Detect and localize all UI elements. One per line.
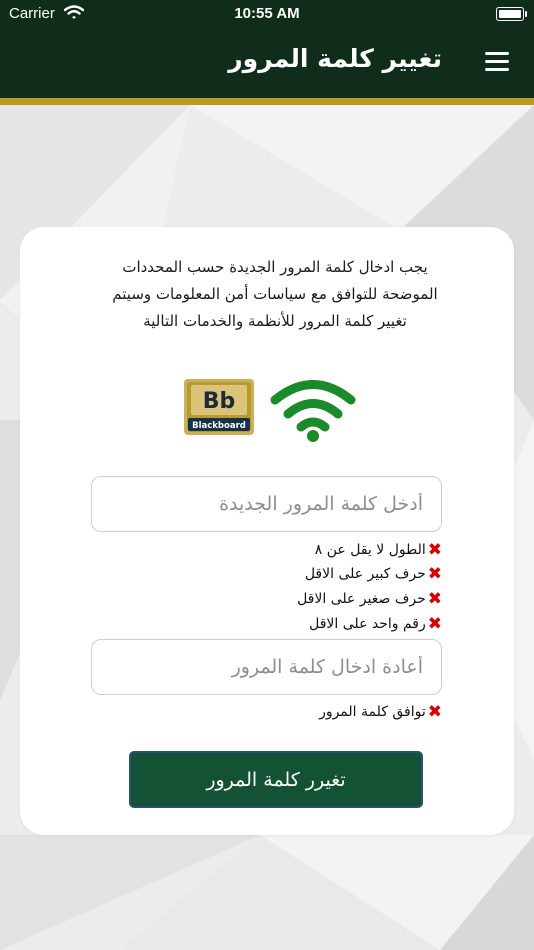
- change-password-button[interactable]: تغيرر كلمة المرور: [129, 751, 423, 808]
- rule-label: حرف صغير على الاقل: [297, 591, 426, 607]
- battery-icon: [496, 7, 527, 21]
- page-title: تغيير كلمة المرور: [228, 44, 442, 73]
- hamburger-menu-icon[interactable]: [485, 52, 509, 72]
- rule-label: توافق كلمة المرور: [319, 704, 426, 720]
- rule-digit: ✖ رقم واحد على الاقل: [309, 612, 442, 636]
- rule-password-match: ✖ توافق كلمة المرور: [319, 700, 442, 724]
- rule-label: حرف كبير على الاقل: [304, 566, 426, 582]
- fail-cross-icon: ✖: [427, 540, 442, 560]
- rule-uppercase: ✖ حرف كبير على الاقل: [305, 562, 442, 586]
- rule-min-length: ✖ الطول لا يقل عن ٨: [315, 538, 442, 562]
- fail-cross-icon: ✖: [427, 702, 442, 722]
- fail-cross-icon: ✖: [427, 564, 442, 584]
- new-password-input[interactable]: [91, 476, 442, 532]
- confirm-password-input[interactable]: [91, 639, 442, 695]
- status-time: 10:55 AM: [234, 5, 300, 22]
- rule-label: رقم واحد على الاقل: [309, 616, 426, 632]
- blackboard-name: Blackboard: [192, 421, 246, 431]
- intro-text: يجب ادخال كلمة المرور الجديدة حسب المحدد…: [112, 258, 438, 330]
- nav-bar: تغيير كلمة المرور: [0, 28, 534, 98]
- change-password-card: يجب ادخال كلمة المرور الجديدة حسب المحدد…: [20, 227, 514, 835]
- rule-lowercase: ✖ حرف صغير على الاقل: [297, 587, 442, 611]
- rule-label: الطول لا يقل عن ٨: [314, 542, 426, 558]
- blackboard-logo-text: Bb: [203, 389, 236, 414]
- fail-cross-icon: ✖: [427, 589, 442, 609]
- status-bar: Carrier 10:55 AM: [0, 0, 534, 28]
- header-gold-divider: [0, 98, 534, 105]
- fail-cross-icon: ✖: [427, 614, 442, 634]
- wifi-icon: [270, 380, 356, 442]
- blackboard-logo-icon: Bb Blackboard: [184, 379, 254, 435]
